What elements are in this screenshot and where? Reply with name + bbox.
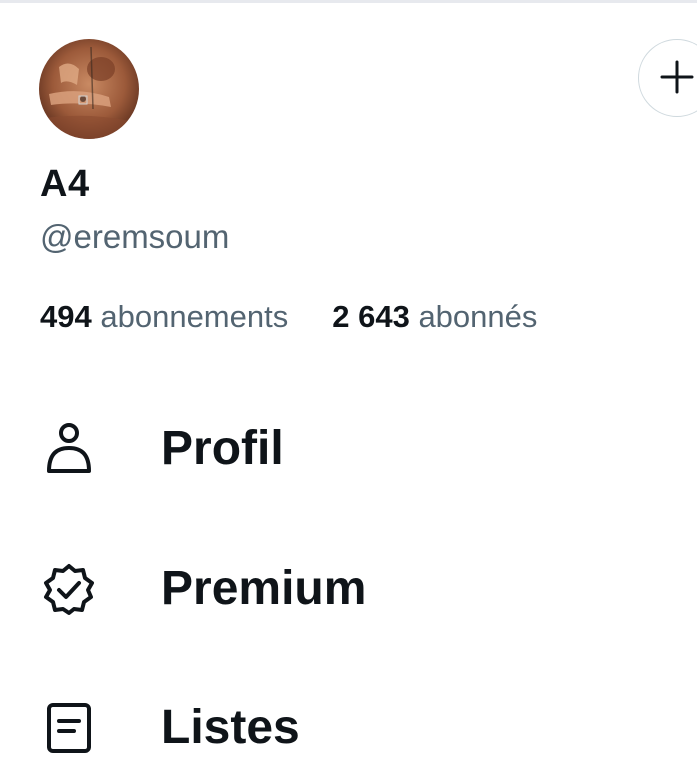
followers-link[interactable]: 2 643 abonnés — [332, 298, 537, 336]
user-handle: @eremsoum — [40, 218, 230, 255]
avatar[interactable] — [39, 39, 139, 139]
list-document-icon — [40, 688, 98, 768]
menu-item-profil[interactable]: Profil — [40, 409, 680, 489]
menu-item-label: Profil — [161, 422, 284, 475]
followers-label: abonnés — [418, 299, 538, 334]
avatar-photo — [39, 39, 139, 139]
following-link[interactable]: 494 abonnements — [40, 298, 288, 336]
add-account-button[interactable] — [638, 39, 697, 117]
top-divider — [0, 0, 697, 3]
plus-icon — [660, 60, 694, 94]
verified-badge-icon — [40, 549, 98, 629]
display-name: A4 — [40, 163, 90, 205]
menu-item-label: Listes — [161, 701, 300, 754]
followers-count: 2 643 — [332, 299, 410, 334]
following-label: abonnements — [100, 299, 289, 334]
menu-item-listes[interactable]: Listes — [40, 688, 680, 768]
menu-item-label: Premium — [161, 562, 367, 615]
person-icon — [40, 409, 98, 489]
menu-item-premium[interactable]: Premium — [40, 549, 680, 629]
follow-stats: 494 abonnements 2 643 abonnés — [40, 298, 581, 336]
side-navigation-drawer: A4 @eremsoum 494 abonnements 2 643 abonné… — [0, 0, 697, 784]
following-count: 494 — [40, 299, 92, 334]
